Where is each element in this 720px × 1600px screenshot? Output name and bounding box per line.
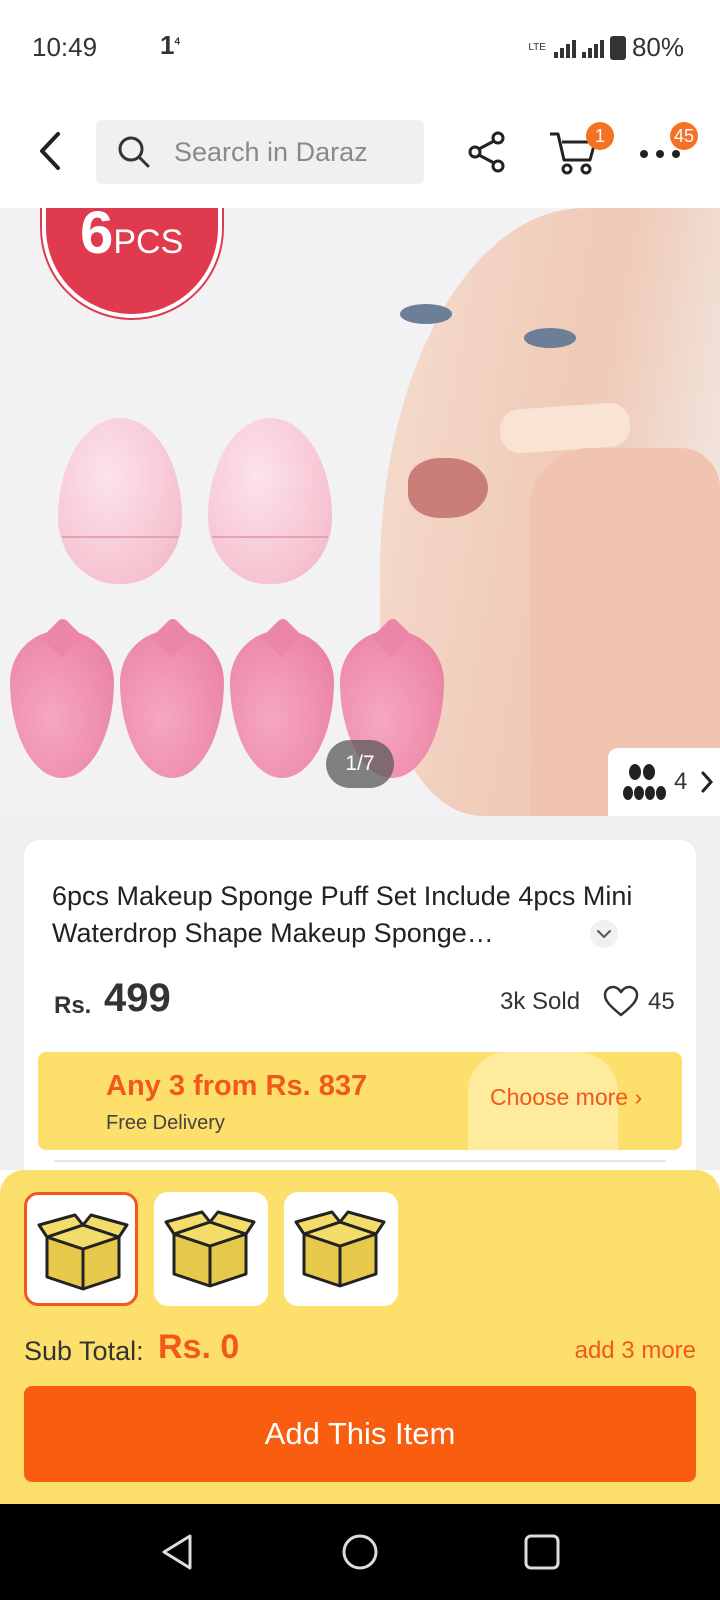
product-image-gallery[interactable]: 6PCS 1/7 4	[0, 208, 720, 816]
signal-icon	[553, 38, 576, 58]
bundle-bottom-sheet: Sub Total: Rs. 0 add 3 more Add This Ite…	[0, 1170, 720, 1504]
sold-count: 3k Sold	[500, 988, 581, 1015]
model-lips	[408, 458, 488, 518]
divider	[54, 1160, 666, 1162]
chevron-right-icon: ›	[634, 1084, 643, 1110]
search-placeholder: Search in Daraz	[174, 137, 368, 167]
box-icon	[37, 1213, 129, 1291]
variant-count: 4	[674, 768, 688, 795]
network-type: LTE	[528, 41, 546, 53]
status-time: 10:49	[32, 32, 98, 62]
notification-count: 14	[160, 30, 181, 60]
cart-count-badge: 1	[586, 122, 614, 150]
variant-selector[interactable]: 4	[608, 748, 720, 816]
share-icon[interactable]	[466, 130, 508, 174]
price-currency: Rs.	[54, 992, 92, 1019]
chevron-right-icon	[701, 771, 714, 793]
waterdrop-sponge	[120, 630, 224, 778]
add-more-hint: add 3 more	[574, 1337, 696, 1364]
egg-sponge	[208, 418, 332, 584]
search-input[interactable]: Search in Daraz	[96, 120, 424, 184]
sponge-variants-icon	[623, 764, 666, 800]
back-arrow-icon[interactable]	[30, 126, 70, 176]
egg-sponge	[58, 418, 182, 584]
product-info-card: 6pcs Makeup Sponge Puff Set Include 4pcs…	[24, 840, 696, 1180]
choose-more-link[interactable]: Choose more ›	[490, 1084, 642, 1111]
subtotal-label: Sub Total:	[24, 1336, 144, 1366]
pcs-badge: 6PCS	[42, 208, 222, 318]
add-item-button[interactable]: Add This Item	[24, 1386, 696, 1482]
bundle-promo-banner[interactable]: Any 3 from Rs. 837 Free Delivery Choose …	[38, 1052, 682, 1150]
product-price: 499	[104, 976, 171, 1020]
model-eye	[400, 304, 452, 324]
nav-home-icon[interactable]	[340, 1532, 380, 1572]
nav-back-icon[interactable]	[158, 1532, 198, 1572]
waterdrop-sponge	[10, 630, 114, 778]
nav-recents-icon[interactable]	[522, 1532, 562, 1572]
box-icon	[164, 1210, 256, 1288]
box-icon	[294, 1210, 386, 1288]
search-icon	[118, 136, 150, 168]
product-title[interactable]: 6pcs Makeup Sponge Puff Set Include 4pcs…	[52, 878, 652, 952]
heart-icon[interactable]	[602, 984, 640, 1018]
waterdrop-sponge	[230, 630, 334, 778]
model-eye	[524, 328, 576, 348]
status-indicators: LTE 80%	[528, 32, 684, 63]
battery-level: 80%	[631, 32, 684, 62]
bundle-slot[interactable]	[284, 1192, 398, 1306]
wishlist-count: 45	[648, 988, 675, 1015]
app-header: Search in Daraz 1 45	[0, 96, 720, 208]
chevron-down-icon[interactable]	[590, 920, 618, 948]
battery-icon	[609, 35, 626, 60]
promo-subtitle: Free Delivery	[106, 1112, 225, 1134]
status-bar: 10:49 14 LTE 80%	[0, 0, 720, 96]
bundle-slot[interactable]	[24, 1192, 138, 1306]
signal-icon	[581, 38, 604, 58]
subtotal-value: Rs. 0	[158, 1328, 240, 1366]
messages-count-badge: 45	[670, 122, 699, 150]
promo-title: Any 3 from Rs. 837	[106, 1070, 368, 1102]
foundation-swatch	[498, 401, 632, 455]
gallery-page-indicator: 1/7	[326, 740, 394, 788]
system-navigation-bar	[0, 1504, 720, 1600]
bundle-slot[interactable]	[154, 1192, 268, 1306]
